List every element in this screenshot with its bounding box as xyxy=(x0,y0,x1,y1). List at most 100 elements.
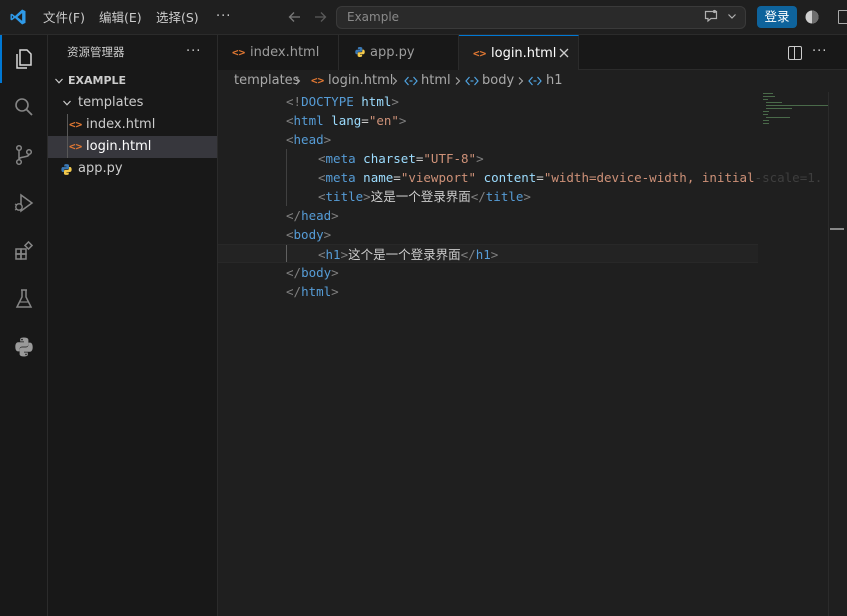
minimap-line xyxy=(766,117,790,118)
search-activity[interactable] xyxy=(0,83,48,131)
command-center-search[interactable]: Example xyxy=(336,6,746,29)
code-line: 2 <html lang="en"> xyxy=(286,113,407,128)
breadcrumb: templates <> login.html html body h1 xyxy=(218,70,847,92)
chevron-right-icon xyxy=(455,77,461,85)
code-editor[interactable]: 1 <!DOCTYPE html> 2 <html lang="en"> 3 <… xyxy=(218,92,847,616)
minimap-line xyxy=(763,99,768,100)
tree-file-index-html[interactable]: <> index.html xyxy=(48,114,217,136)
explorer-sidebar: 资源管理器 ··· EXAMPLE templates <> index.htm… xyxy=(48,35,218,616)
minimap-line xyxy=(763,93,773,94)
activity-bar xyxy=(0,35,48,616)
python-icon xyxy=(15,337,33,357)
tab-label: login.html xyxy=(491,46,557,61)
menu-more-button[interactable]: ··· xyxy=(216,0,231,35)
menu-selection[interactable]: 选择(S) xyxy=(156,0,199,35)
minimap-line xyxy=(766,105,828,106)
html-file-icon: <> xyxy=(69,118,83,131)
code-line: 1 <!DOCTYPE html> xyxy=(286,94,399,109)
minimap-line xyxy=(766,102,782,103)
vscode-logo-icon xyxy=(10,9,26,25)
editor-tab-bar: <> index.html app.py <> login.html ··· xyxy=(218,35,847,71)
minimap-line xyxy=(763,120,769,121)
menu-file[interactable]: 文件(F) xyxy=(43,0,85,35)
html-file-icon: <> xyxy=(232,46,246,59)
minimap-line xyxy=(763,111,769,112)
html-file-icon: <> xyxy=(69,140,83,153)
run-debug-icon xyxy=(14,193,34,213)
python-file-icon xyxy=(355,47,365,57)
code-line: 6 <title>这是一个登录界面</title> xyxy=(218,187,758,206)
source-control-icon xyxy=(15,144,33,166)
tree-folder-templates[interactable]: templates xyxy=(48,92,217,114)
files-icon xyxy=(16,49,32,69)
back-arrow-icon[interactable] xyxy=(286,8,304,26)
flask-icon xyxy=(15,289,33,308)
search-icon xyxy=(15,98,33,116)
chevron-down-icon[interactable] xyxy=(726,9,738,23)
breadcrumb-folder[interactable]: templates xyxy=(234,70,299,92)
testing-activity[interactable] xyxy=(0,275,48,323)
tree-item-label: login.html xyxy=(86,139,152,154)
command-center-label: Example xyxy=(347,10,400,24)
customize-layout-icon[interactable] xyxy=(838,10,847,24)
run-debug-activity[interactable] xyxy=(0,179,48,227)
extensions-activity[interactable] xyxy=(0,227,48,275)
vertical-scrollbar[interactable] xyxy=(828,92,829,616)
html-file-icon: <> xyxy=(311,74,325,87)
indent-guide xyxy=(286,245,287,262)
chevron-right-icon xyxy=(518,77,524,85)
minimap-line xyxy=(766,108,792,109)
tree-file-login-html[interactable]: <> login.html xyxy=(48,136,217,158)
code-line: 7 </head> xyxy=(286,208,339,223)
code-line: 8 <body> xyxy=(286,227,332,242)
tab-login-html[interactable]: <> login.html xyxy=(459,35,579,71)
menu-edit[interactable]: 编辑(E) xyxy=(99,0,142,35)
split-editor-icon[interactable] xyxy=(788,46,802,60)
symbol-element-icon xyxy=(404,76,418,86)
breadcrumb-symbol-h1[interactable]: h1 xyxy=(546,70,563,92)
workspace-section-header[interactable]: EXAMPLE xyxy=(48,70,217,92)
minimap-line xyxy=(763,96,775,97)
code-line: 10 </body> xyxy=(286,265,339,280)
tree-item-label: index.html xyxy=(86,117,156,132)
tab-app-py[interactable]: app.py xyxy=(339,35,459,70)
cursor-position-marker xyxy=(830,228,844,230)
copilot-chat-icon[interactable] xyxy=(703,8,719,24)
breadcrumb-file[interactable]: login.html xyxy=(328,70,393,92)
tree-file-app-py[interactable]: app.py xyxy=(48,158,217,180)
chevron-down-icon xyxy=(55,78,63,84)
current-code-line: 9 <h1>这个是一个登录界面</h1> xyxy=(218,244,758,263)
minimap-line xyxy=(763,123,769,124)
indent-guide xyxy=(286,149,287,168)
indent-guide xyxy=(286,168,287,187)
python-file-icon xyxy=(61,164,72,175)
code-line: 5 <meta name="viewport" content="width=d… xyxy=(218,168,828,187)
login-button[interactable]: 登录 xyxy=(757,6,797,28)
minimap[interactable] xyxy=(763,92,833,132)
code-line: 11 </html> xyxy=(286,284,339,299)
python-activity[interactable] xyxy=(0,323,48,371)
accounts-icon[interactable] xyxy=(804,9,820,25)
source-control-activity[interactable] xyxy=(0,131,48,179)
explorer-activity[interactable] xyxy=(0,35,48,83)
indent-guide xyxy=(67,114,68,136)
tab-index-html[interactable]: <> index.html xyxy=(218,35,339,70)
minimap-line xyxy=(763,114,768,115)
chevron-down-icon xyxy=(63,100,71,106)
tree-item-label: templates xyxy=(78,95,144,110)
code-line: 3 <head> xyxy=(286,132,332,147)
tree-item-label: app.py xyxy=(78,161,123,176)
indent-guide xyxy=(286,187,287,206)
code-line: 4 <meta charset="UTF-8"> xyxy=(218,149,758,168)
extensions-icon xyxy=(15,240,34,260)
editor-more-button[interactable]: ··· xyxy=(812,35,827,70)
title-bar: 文件(F) 编辑(E) 选择(S) ··· Example 登录 xyxy=(0,0,847,35)
breadcrumb-symbol-body[interactable]: body xyxy=(482,70,514,92)
sidebar-more-button[interactable]: ··· xyxy=(186,35,201,70)
close-icon[interactable] xyxy=(558,47,570,59)
chevron-right-icon xyxy=(295,77,301,85)
workspace-name: EXAMPLE xyxy=(68,74,127,87)
forward-arrow-icon[interactable] xyxy=(311,8,329,26)
breadcrumb-symbol-html[interactable]: html xyxy=(421,70,451,92)
tab-label: index.html xyxy=(250,45,320,60)
